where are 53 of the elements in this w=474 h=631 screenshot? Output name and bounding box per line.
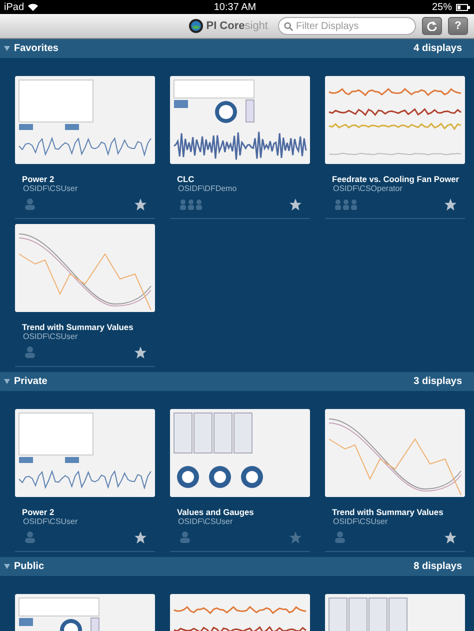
star-icon[interactable] bbox=[134, 346, 147, 358]
battery-level: 25% bbox=[432, 2, 452, 12]
display-owner: OSIDF\CSUser bbox=[23, 517, 79, 526]
display-owner: OSIDF\CSUser bbox=[178, 517, 234, 526]
star-icon[interactable] bbox=[289, 198, 302, 210]
thumbnail-drawing[interactable] bbox=[325, 409, 465, 497]
display-owner: OSIDF\CSUser bbox=[23, 332, 79, 341]
display-count: 3 displays bbox=[414, 376, 462, 387]
app-logo-text: PI Coresight bbox=[206, 20, 268, 32]
display-title[interactable]: Trend with Summary Values bbox=[332, 507, 465, 517]
clock: 10:37 AM bbox=[214, 2, 256, 12]
user-icon bbox=[25, 531, 35, 543]
thumbnail-drawing[interactable] bbox=[170, 76, 310, 164]
display-owner: OSIDF\DFDemo bbox=[178, 184, 238, 193]
thumbnail-drawing[interactable] bbox=[325, 76, 465, 164]
display-owner: OSIDF\CSOperator bbox=[333, 184, 404, 193]
section-toggle[interactable]: Public bbox=[4, 561, 44, 572]
display-title[interactable]: Feedrate vs. Cooling Fan Power bbox=[332, 174, 465, 184]
thumbnail-drawing[interactable] bbox=[15, 76, 155, 164]
display-title[interactable]: CLC bbox=[177, 174, 310, 184]
display-owner: OSIDF\CSUser bbox=[333, 517, 389, 526]
user-icon bbox=[180, 531, 190, 543]
star-icon[interactable] bbox=[444, 198, 457, 210]
display-title[interactable]: Power 2 bbox=[22, 507, 155, 517]
section-toggle[interactable]: Private bbox=[4, 376, 48, 387]
group-icon bbox=[180, 198, 202, 210]
thumbnail-drawing[interactable] bbox=[170, 409, 310, 497]
thumbnail-drawing[interactable] bbox=[15, 409, 155, 497]
group-icon bbox=[335, 198, 357, 210]
star-icon[interactable] bbox=[134, 198, 147, 210]
refresh-icon bbox=[427, 21, 437, 31]
star-icon[interactable] bbox=[134, 530, 147, 544]
user-icon bbox=[25, 346, 35, 358]
logo-icon bbox=[189, 19, 204, 33]
display-count: 4 displays bbox=[414, 43, 462, 54]
wifi-icon bbox=[28, 3, 38, 11]
section-toggle[interactable]: Favorites bbox=[4, 43, 58, 54]
display-title[interactable]: Values and Gauges bbox=[177, 507, 310, 517]
search-icon bbox=[284, 22, 293, 31]
display-count: 8 displays bbox=[414, 561, 462, 572]
user-icon bbox=[335, 531, 345, 543]
display-title[interactable]: Power 2 bbox=[22, 174, 155, 184]
star-icon[interactable] bbox=[444, 530, 457, 544]
star-icon[interactable] bbox=[289, 530, 302, 544]
help-button[interactable]: ? bbox=[448, 17, 468, 35]
device-name: iPad bbox=[4, 2, 24, 12]
user-icon bbox=[25, 198, 35, 210]
refresh-button[interactable] bbox=[422, 17, 442, 35]
thumbnail-drawing[interactable] bbox=[15, 224, 155, 312]
battery-icon bbox=[456, 4, 470, 10]
display-title[interactable]: Trend with Summary Values bbox=[22, 322, 155, 332]
search-field[interactable]: Filter Displays bbox=[278, 17, 416, 35]
display-owner: OSIDF\CSUser bbox=[23, 184, 79, 193]
